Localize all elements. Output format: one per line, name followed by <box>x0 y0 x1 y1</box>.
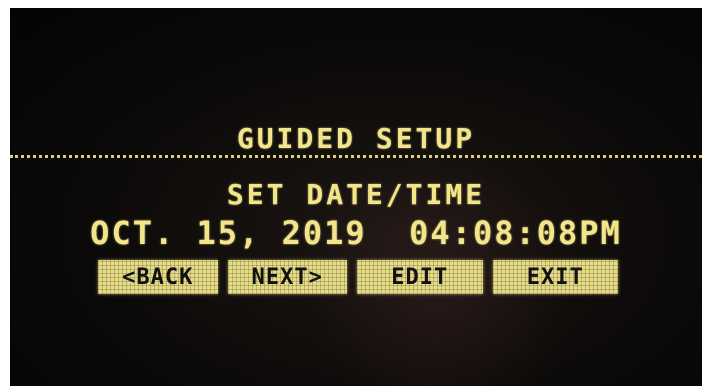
datetime-value[interactable]: OCT. 15, 2019 04:08:08PM <box>10 214 702 252</box>
softkey-bar: <BACK NEXT> EDIT EXIT <box>98 260 618 296</box>
title-divider <box>10 155 702 158</box>
next-button[interactable]: NEXT> <box>227 260 348 294</box>
back-button[interactable]: <BACK <box>98 260 218 294</box>
exit-button[interactable]: EXIT <box>492 260 618 294</box>
screen-subtitle: SET DATE/TIME <box>226 178 486 211</box>
edit-button[interactable]: EDIT <box>357 260 483 294</box>
lcd-screen: GUIDED SETUP SET DATE/TIME OCT. 15, 2019… <box>10 8 702 386</box>
screen-title: GUIDED SETUP <box>236 122 476 155</box>
